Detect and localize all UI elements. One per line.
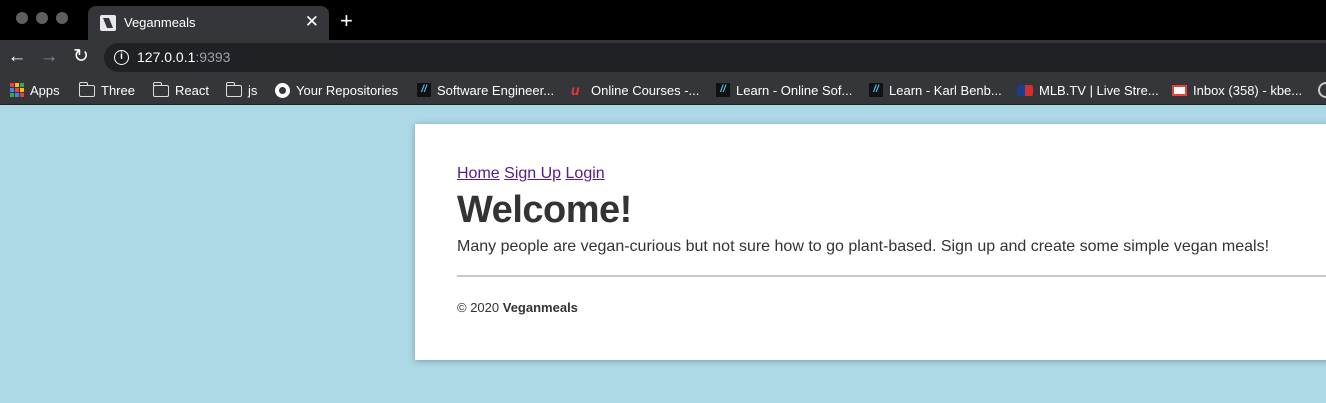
bookmark-mlb-tv[interactable]: MLB.TV | Live Stre... (1017, 81, 1159, 99)
github-icon (275, 82, 290, 98)
footer-brand: Veganmeals (502, 300, 578, 315)
bookmark-folder-react[interactable]: React (153, 81, 209, 99)
window-close-dot[interactable] (16, 12, 28, 24)
bookmarks-bar: Apps Three React js Your Repositories //… (0, 75, 1326, 105)
bookmark-your-repositories[interactable]: Your Repositories (275, 81, 398, 99)
learn-co-icon: // (869, 83, 883, 97)
bookmark-label: js (248, 82, 258, 98)
learn-co-icon: // (716, 83, 730, 97)
bookmark-label: React (175, 82, 209, 98)
overflow-bookmark-icon[interactable] (1318, 82, 1326, 98)
new-tab-button[interactable]: + (340, 10, 353, 32)
site-favicon-icon (100, 15, 116, 31)
mlb-icon (1017, 84, 1033, 96)
back-button[interactable]: ← (6, 46, 28, 68)
udemy-icon: u (571, 82, 580, 98)
gmail-icon (1172, 84, 1187, 96)
bookmark-learn-karl[interactable]: // Learn - Karl Benb... (869, 81, 1002, 99)
bookmark-software-engineer[interactable]: // Software Engineer... (417, 81, 554, 99)
address-bar[interactable]: i 127.0.0.1:9393 (104, 43, 1326, 72)
bookmark-label: Apps (30, 82, 60, 98)
active-tab[interactable]: Veganmeals ✕ (88, 6, 329, 40)
forward-button[interactable]: → (38, 46, 60, 68)
footer: © 2020 Veganmeals (457, 300, 578, 315)
url-host: 127.0.0.1 (137, 49, 196, 65)
url-port: :9393 (195, 49, 231, 65)
bookmark-folder-three[interactable]: Three (79, 81, 135, 99)
window-minimize-dot[interactable] (36, 12, 48, 24)
bookmark-online-courses[interactable]: u Online Courses -... (571, 81, 699, 99)
nav-login-link[interactable]: Login (566, 165, 605, 182)
folder-icon (153, 82, 169, 97)
bookmark-label: MLB.TV | Live Stre... (1039, 82, 1159, 98)
nav-home-link[interactable]: Home (457, 165, 500, 182)
browser-toolbar: ← → ↻ i 127.0.0.1:9393 (0, 40, 1326, 75)
reload-button[interactable]: ↻ (70, 46, 92, 68)
url-text: 127.0.0.1:9393 (137, 49, 230, 65)
site-nav: Home Sign Up Login (457, 165, 605, 183)
bookmark-label: Your Repositories (296, 82, 399, 98)
page-viewport: Home Sign Up Login Welcome! Many people … (0, 105, 1326, 403)
bookmark-label: Three (101, 82, 135, 98)
site-info-icon[interactable]: i (114, 50, 129, 65)
nav-signup-link[interactable]: Sign Up (504, 165, 561, 182)
close-tab-icon[interactable]: ✕ (305, 12, 319, 32)
apps-grid-icon (10, 83, 24, 97)
tab-strip: Veganmeals ✕ + (0, 0, 1326, 40)
content-card: Home Sign Up Login Welcome! Many people … (415, 124, 1326, 360)
divider (457, 275, 1326, 277)
bookmark-inbox[interactable]: Inbox (358) - kbe... (1172, 81, 1302, 99)
window-zoom-dot[interactable] (56, 12, 68, 24)
bookmark-label: Online Courses -... (591, 82, 700, 98)
learn-co-icon: // (417, 83, 431, 97)
page-heading: Welcome! (457, 189, 632, 231)
bookmark-label: Learn - Online Sof... (736, 82, 853, 98)
footer-copyright: © 2020 (457, 300, 500, 315)
bookmark-folder-js[interactable]: js (226, 81, 257, 99)
bookmark-label: Inbox (358) - kbe... (1193, 82, 1303, 98)
bookmark-label: Software Engineer... (437, 82, 555, 98)
intro-text: Many people are vegan-curious but not su… (457, 238, 1270, 255)
bookmark-apps[interactable]: Apps (10, 81, 60, 99)
bookmark-label: Learn - Karl Benb... (889, 82, 1002, 98)
bookmark-learn-online[interactable]: // Learn - Online Sof... (716, 81, 852, 99)
tab-title: Veganmeals (124, 15, 196, 30)
folder-icon (226, 82, 242, 97)
folder-icon (79, 82, 95, 97)
